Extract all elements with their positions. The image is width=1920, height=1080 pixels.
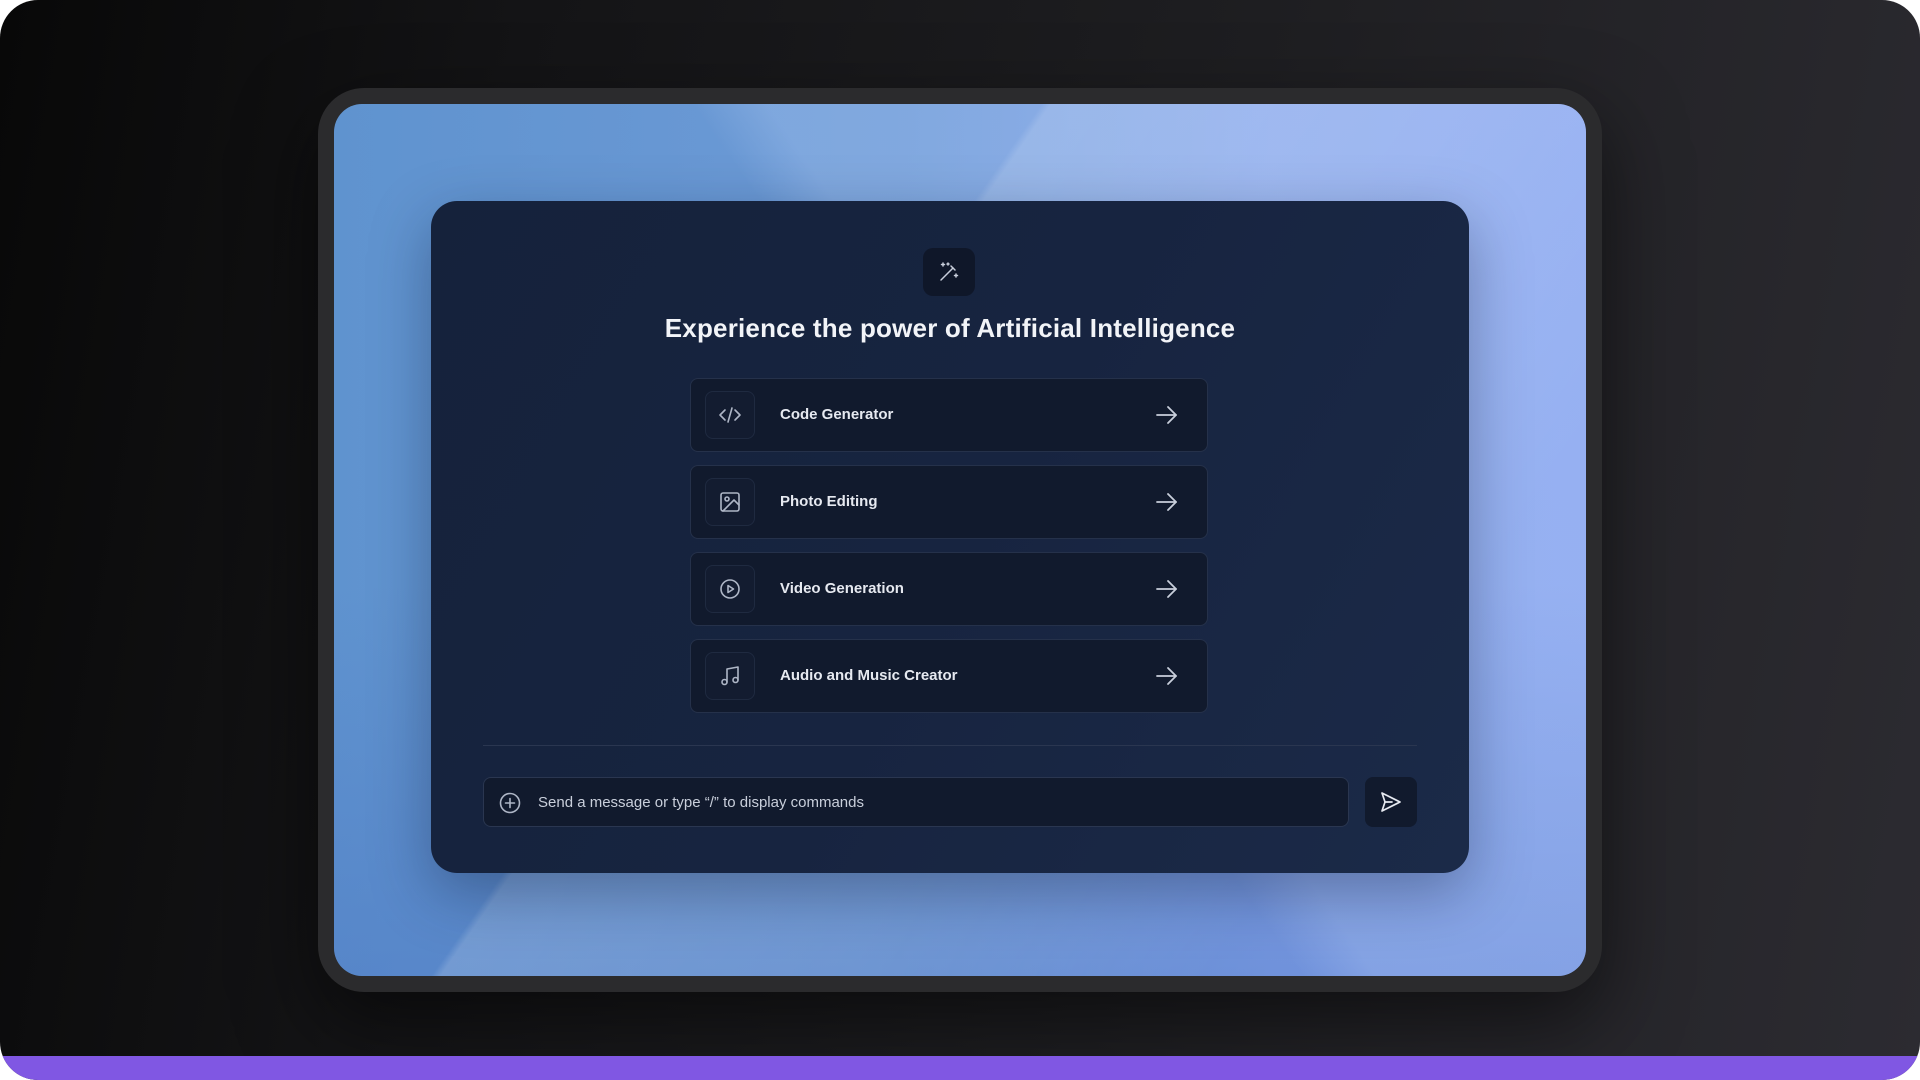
divider <box>483 745 1417 746</box>
arrow-right-icon <box>1156 493 1177 511</box>
arrow-right-icon <box>1156 580 1177 598</box>
message-input[interactable] <box>538 778 1328 826</box>
page-title: Experience the power of Artificial Intel… <box>664 313 1236 343</box>
option-label: Video Generation <box>780 580 904 597</box>
send-button[interactable] <box>1365 777 1417 827</box>
option-label: Audio and Music Creator <box>780 667 958 684</box>
app-frame: Experience the power of Artificial Intel… <box>0 0 1920 1080</box>
accent-strip <box>0 1056 1920 1080</box>
option-label: Code Generator <box>780 406 894 423</box>
message-composer <box>483 777 1349 827</box>
plus-circle-icon[interactable] <box>498 791 522 815</box>
send-icon <box>1381 792 1401 812</box>
option-photo-editing[interactable]: Photo Editing <box>690 465 1208 539</box>
play-circle-icon <box>705 565 755 613</box>
option-code-generator[interactable]: Code Generator <box>690 378 1208 452</box>
option-audio-music-creator[interactable]: Audio and Music Creator <box>690 639 1208 713</box>
image-icon <box>705 478 755 526</box>
code-icon <box>705 391 755 439</box>
options-list: Code Generator Photo Editing Video Gener… <box>690 378 1210 726</box>
magic-wand-icon <box>923 248 975 296</box>
arrow-right-icon <box>1156 406 1177 424</box>
ai-assistant-card: Experience the power of Artificial Intel… <box>431 201 1469 873</box>
arrow-right-icon <box>1156 667 1177 685</box>
option-label: Photo Editing <box>780 493 878 510</box>
option-video-generation[interactable]: Video Generation <box>690 552 1208 626</box>
screen: Experience the power of Artificial Intel… <box>334 104 1586 976</box>
music-note-icon <box>705 652 755 700</box>
tablet-device: Experience the power of Artificial Intel… <box>318 88 1602 992</box>
